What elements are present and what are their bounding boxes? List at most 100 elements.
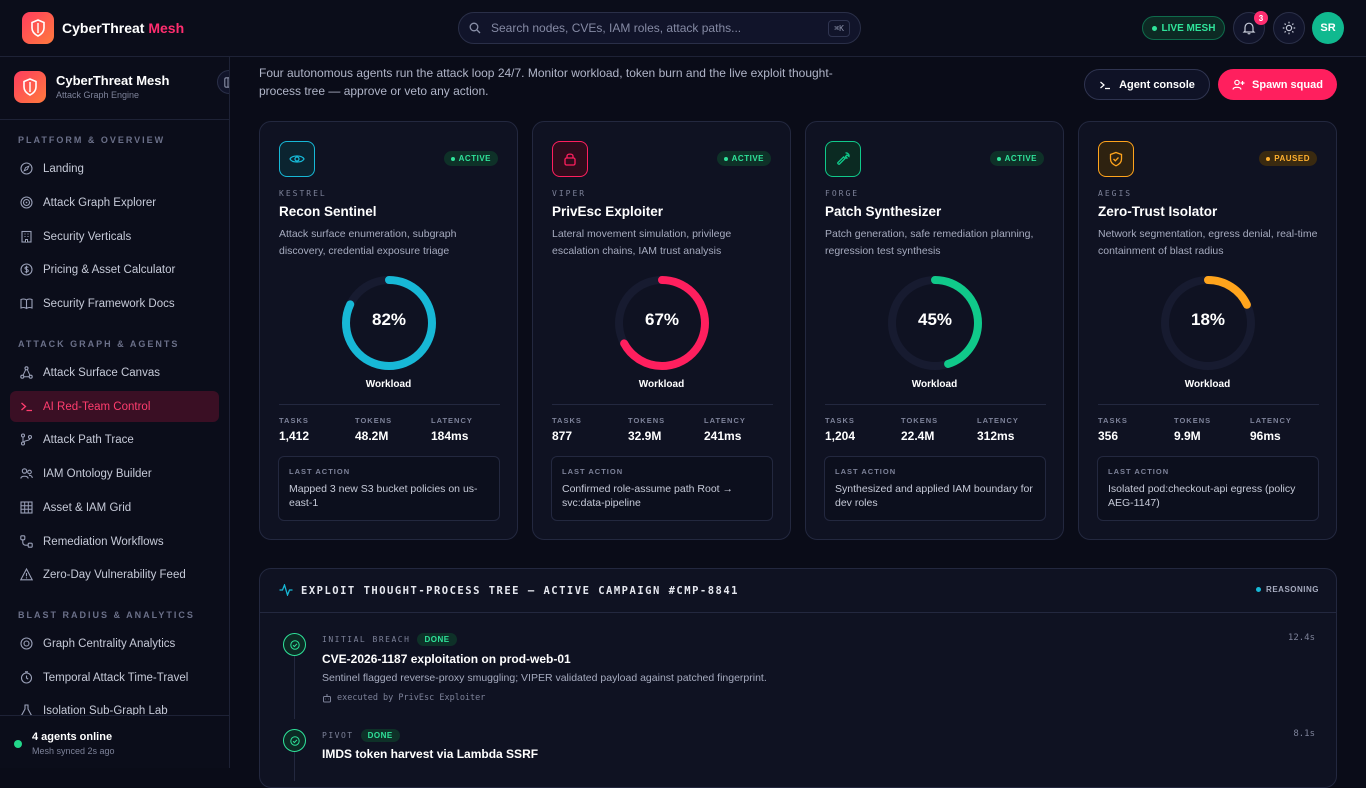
terminal-icon — [21, 402, 32, 412]
agents-online-text: 4 agents online — [32, 731, 113, 743]
agent-description: Lateral movement simulation, privilege e… — [552, 228, 732, 257]
status-label: PAUSED — [1274, 154, 1310, 163]
node-duration: 8.1s — [1293, 729, 1315, 739]
network-icon — [20, 366, 33, 379]
search-input[interactable] — [491, 21, 829, 35]
reasoning-badge: REASONING — [1256, 585, 1319, 594]
sidebar-item-label: AI Red-Team Control — [43, 400, 151, 413]
live-dot — [1151, 25, 1157, 31]
panel-collapse-icon — [223, 76, 229, 88]
live-mesh-badge[interactable]: LIVE MESH — [1142, 16, 1225, 40]
stat-label: TASKS — [552, 416, 582, 425]
last-action-label: LAST ACTION — [289, 467, 351, 476]
status-dot — [450, 156, 455, 161]
spawn-squad-button[interactable]: Spawn squad — [1218, 69, 1337, 100]
agent-card-viper[interactable]: ACTIVE VIPER PrivEsc Exploiter Lateral m… — [532, 121, 791, 540]
brand-accent-text: Mesh — [148, 20, 185, 36]
sidebar-item-label: Temporal Attack Time-Travel — [43, 671, 189, 684]
status-label: ACTIVE — [1004, 154, 1037, 163]
node-title[interactable]: CVE-2026-1187 exploitation on prod-web-0… — [322, 652, 571, 666]
user-avatar[interactable]: SR — [1312, 12, 1344, 44]
global-search[interactable]: ⌘K — [458, 12, 861, 44]
agent-card-kestrel[interactable]: ACTIVE KESTREL Recon Sentinel Attack sur… — [259, 121, 518, 540]
grid-icon — [20, 501, 33, 514]
agent-description: Attack surface enumeration, subgraph dis… — [279, 228, 457, 257]
status-badge: ACTIVE — [443, 151, 498, 166]
sidebar-item-landing[interactable]: Landing — [10, 153, 219, 184]
sidebar-subtitle: Attack Graph Engine — [56, 90, 140, 100]
status-badge: PAUSED — [1259, 151, 1317, 166]
users-icon — [20, 468, 33, 479]
agent-description: Patch generation, safe remediation plann… — [825, 228, 1034, 257]
online-dot — [14, 740, 22, 748]
agent-card-forge[interactable]: ACTIVE FORGE Patch Synthesizer Patch gen… — [805, 121, 1064, 540]
agent-console-button[interactable]: Agent console — [1084, 69, 1210, 100]
sidebar-item-framework-docs[interactable]: Security Framework Docs — [10, 288, 219, 319]
sidebar-section-agents: ATTACK GRAPH & AGENTS — [18, 339, 180, 349]
squad-icon — [1232, 79, 1245, 90]
sidebar-item-graph-centrality[interactable]: Graph Centrality Analytics — [10, 628, 219, 659]
agent-name: Recon Sentinel — [279, 204, 377, 219]
sidebar-item-temporal-time-travel[interactable]: Temporal Attack Time-Travel — [10, 662, 219, 693]
sidebar-collapse-button[interactable] — [217, 70, 229, 94]
tree-divider — [260, 612, 1336, 613]
agent-card-aegis[interactable]: PAUSED AEGIS Zero-Trust Isolator Network… — [1078, 121, 1337, 540]
notifications-button[interactable]: 3 — [1233, 11, 1268, 44]
status-badge: ACTIVE — [716, 151, 771, 166]
stat-value: 184ms — [431, 429, 469, 443]
last-action-box: LAST ACTION Synthesized and applied IAM b… — [824, 456, 1046, 521]
sidebar-item-remediation-workflows[interactable]: Remediation Workflows — [10, 526, 219, 557]
stat-value: 356 — [1098, 429, 1119, 443]
node-check-icon — [283, 633, 306, 656]
clock-icon — [20, 671, 33, 684]
theme-toggle-button[interactable] — [1273, 12, 1305, 44]
card-divider — [1098, 404, 1319, 405]
brand-main-text: CyberThreat — [62, 20, 145, 36]
sidebar-item-asset-iam-grid[interactable]: Asset & IAM Grid — [10, 492, 219, 523]
card-divider — [825, 404, 1046, 405]
node-type: PIVOT DONE — [322, 729, 400, 742]
workflow-icon — [20, 535, 33, 548]
sidebar-logo-shield-icon — [14, 71, 46, 103]
sidebar-item-attack-surface-canvas[interactable]: Attack Surface Canvas — [10, 357, 219, 388]
stat-value: 241ms — [704, 429, 742, 443]
stat-latency: LATENCY 96ms — [1250, 416, 1292, 443]
sun-icon — [1282, 21, 1296, 35]
node-state-badge: DONE — [360, 729, 400, 742]
sidebar-item-zero-day-feed[interactable]: Zero-Day Vulnerability Feed — [10, 559, 219, 590]
node-check-icon — [283, 729, 306, 752]
sidebar-item-label: IAM Ontology Builder — [43, 467, 152, 480]
stat-label: TOKENS — [628, 416, 666, 425]
sidebar-item-security-verticals[interactable]: Security Verticals — [10, 221, 219, 252]
node-title[interactable]: IMDS token harvest via Lambda SSRF — [322, 747, 538, 761]
workload-percent: 45% — [917, 310, 953, 329]
sidebar-item-label: Security Framework Docs — [43, 297, 175, 310]
agent-console-label: Agent console — [1119, 78, 1195, 91]
status-label: ACTIVE — [458, 154, 491, 163]
status-dot — [723, 156, 728, 161]
agent-codename: FORGE — [825, 189, 860, 198]
terminal-icon — [1100, 81, 1111, 89]
stat-value: 96ms — [1250, 429, 1281, 443]
search-shortcut: ⌘K — [828, 19, 850, 37]
eye-icon — [279, 141, 315, 177]
sidebar-item-pricing-calculator[interactable]: Pricing & Asset Calculator — [10, 254, 219, 285]
card-divider — [552, 404, 773, 405]
logo-shield-icon[interactable] — [22, 12, 54, 44]
status-dot — [1266, 156, 1271, 161]
last-action-text: Synthesized and applied IAM boundary for… — [835, 483, 1033, 509]
brand-name[interactable]: CyberThreat Mesh — [62, 20, 184, 36]
sidebar-item-attack-path-trace[interactable]: Attack Path Trace — [10, 424, 219, 455]
stat-tasks: TASKS 356 — [1098, 416, 1128, 443]
sidebar-item-iam-ontology-builder[interactable]: IAM Ontology Builder — [10, 458, 219, 489]
sidebar-title: CyberThreat Mesh — [56, 73, 170, 88]
shield-check-icon — [1098, 141, 1134, 177]
sidebar-item-attack-graph-explorer[interactable]: Attack Graph Explorer — [10, 187, 219, 218]
agent-description: Network segmentation, egress denial, rea… — [1098, 228, 1318, 257]
node-type-label: PIVOT — [322, 731, 354, 740]
stat-label: LATENCY — [1250, 416, 1292, 425]
stat-tasks: TASKS 1,412 — [279, 416, 309, 443]
agent-codename: AEGIS — [1098, 189, 1133, 198]
sidebar-item-ai-red-team-control[interactable]: AI Red-Team Control — [10, 391, 219, 422]
last-action-box: LAST ACTION Isolated pod:checkout-api egr… — [1097, 456, 1319, 521]
